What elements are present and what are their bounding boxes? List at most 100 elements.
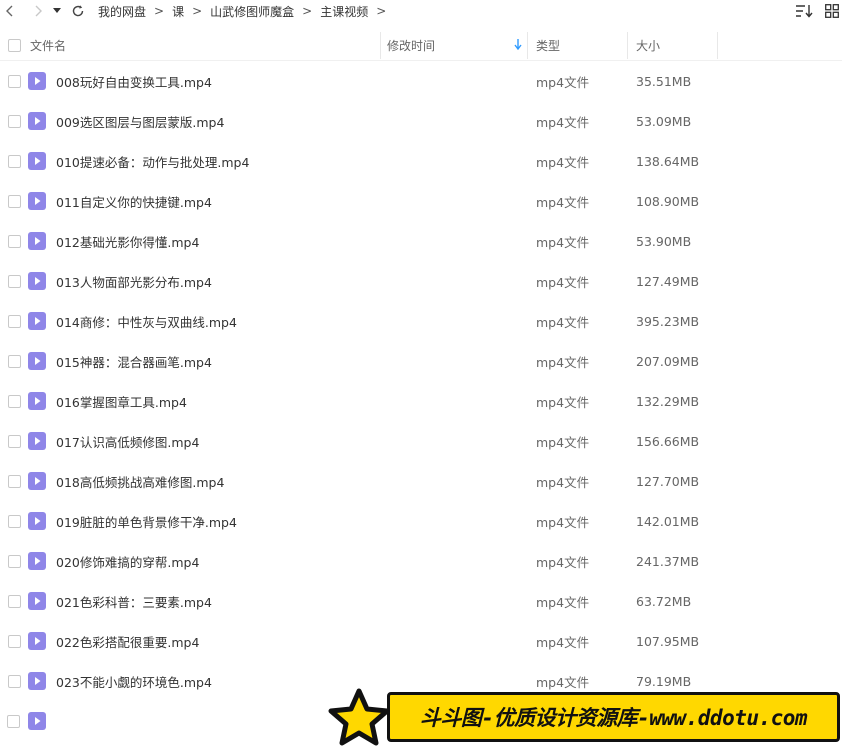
file-size: 142.01MB (636, 513, 700, 529)
file-row[interactable]: 013人物面部光影分布.mp4 mp4文件 127.49MB (0, 261, 842, 301)
file-row[interactable]: 019脏脏的单色背景修干净.mp4 mp4文件 142.01MB (0, 501, 842, 541)
row-checkbox[interactable] (7, 474, 21, 488)
file-row[interactable]: 016掌握图章工具.mp4 mp4文件 132.29MB (0, 381, 842, 421)
file-name[interactable]: 010提速必备：动作与批处理.mp4 (46, 152, 381, 171)
select-all-cell (0, 30, 28, 61)
file-size: 156.66MB (636, 433, 700, 449)
row-checkbox[interactable] (7, 274, 21, 288)
file-row[interactable]: 018高低频挑战高难修图.mp4 mp4文件 127.70MB (0, 461, 842, 501)
watermark-banner: 斗斗图-优质设计资源库-www.ddotu.com (327, 688, 842, 747)
file-row[interactable]: 009选区图层与图层蒙版.mp4 mp4文件 53.09MB (0, 101, 842, 141)
row-checkbox[interactable] (7, 634, 21, 648)
header-size-label: 大小 (636, 38, 661, 53)
watermark-text: 斗斗图-优质设计资源库-www.ddotu.com (419, 706, 808, 730)
breadcrumb-item[interactable]: 山武修图师魔盒 (210, 3, 294, 20)
file-size: 138.64MB (636, 153, 700, 169)
file-size: 395.23MB (636, 313, 700, 329)
header-type[interactable]: 类型 (528, 30, 628, 61)
video-file-icon (28, 72, 46, 90)
file-name[interactable]: 020修饰难搞的穿帮.mp4 (46, 552, 381, 571)
file-name[interactable]: 022色彩搭配很重要.mp4 (46, 632, 381, 651)
breadcrumb: 我的网盘 > 课 > 山武修图师魔盒 > 主课视频 > (98, 3, 394, 20)
file-row[interactable]: 015神器：混合器画笔.mp4 mp4文件 207.09MB (0, 341, 842, 381)
file-type: mp4文件 (536, 554, 590, 570)
file-type: mp4文件 (536, 394, 590, 410)
back-button[interactable] (0, 0, 20, 22)
file-name[interactable]: 019脏脏的单色背景修干净.mp4 (46, 512, 381, 531)
file-name[interactable]: 014商修：中性灰与双曲线.mp4 (46, 312, 381, 331)
view-tools (786, 0, 842, 22)
video-file-icon (28, 712, 46, 730)
video-file-icon (28, 632, 46, 650)
select-all-checkbox[interactable] (7, 38, 21, 52)
row-checkbox[interactable] (7, 234, 21, 248)
row-checkbox[interactable] (7, 354, 21, 368)
file-type: mp4文件 (536, 114, 590, 130)
breadcrumb-item[interactable]: 我的网盘 (98, 3, 146, 20)
row-checkbox[interactable] (7, 434, 21, 448)
video-file-icon (28, 352, 46, 370)
row-checkbox[interactable] (7, 114, 21, 128)
row-checkbox-cell (0, 554, 28, 568)
file-row[interactable]: 011自定义你的快捷键.mp4 mp4文件 108.90MB (0, 181, 842, 221)
file-row[interactable]: 022色彩搭配很重要.mp4 mp4文件 107.95MB (0, 621, 842, 661)
file-name[interactable]: 009选区图层与图层蒙版.mp4 (46, 112, 381, 131)
row-checkbox-cell (0, 434, 28, 448)
row-checkbox[interactable] (7, 554, 21, 568)
refresh-button[interactable] (68, 0, 88, 22)
file-name[interactable]: 015神器：混合器画笔.mp4 (46, 352, 381, 371)
file-type: mp4文件 (536, 354, 590, 370)
chevron-right-icon (35, 5, 42, 17)
breadcrumb-separator: > (154, 4, 165, 18)
refresh-icon (72, 5, 84, 17)
file-row[interactable]: 012基础光影你得懂.mp4 mp4文件 53.90MB (0, 221, 842, 261)
forward-button[interactable] (28, 0, 48, 22)
file-type: mp4文件 (536, 474, 590, 490)
history-dropdown-button[interactable] (50, 0, 64, 22)
row-checkbox[interactable] (7, 394, 21, 408)
row-checkbox[interactable] (7, 514, 21, 528)
file-name[interactable]: 018高低频挑战高难修图.mp4 (46, 472, 381, 491)
breadcrumb-item[interactable]: 课 (172, 3, 184, 20)
file-name[interactable]: 016掌握图章工具.mp4 (46, 392, 381, 411)
file-size: 132.29MB (636, 393, 700, 409)
file-type: mp4文件 (536, 274, 590, 290)
breadcrumb-separator: > (192, 4, 203, 18)
file-name[interactable]: 011自定义你的快捷键.mp4 (46, 192, 381, 211)
file-type: mp4文件 (536, 434, 590, 450)
file-row[interactable]: 008玩好自由变换工具.mp4 mp4文件 35.51MB (0, 61, 842, 101)
row-checkbox[interactable] (7, 594, 21, 608)
file-row[interactable]: 020修饰难搞的穿帮.mp4 mp4文件 241.37MB (0, 541, 842, 581)
header-type-label: 类型 (536, 38, 561, 53)
file-list: 008玩好自由变换工具.mp4 mp4文件 35.51MB 009选区图层与图层蒙版.… (0, 61, 842, 701)
file-type: mp4文件 (536, 74, 590, 90)
file-name[interactable]: 012基础光影你得懂.mp4 (46, 232, 381, 251)
row-checkbox[interactable] (7, 194, 21, 208)
row-checkbox[interactable] (7, 674, 21, 688)
file-row[interactable]: 017认识高低频修图.mp4 mp4文件 156.66MB (0, 421, 842, 461)
row-checkbox[interactable] (7, 715, 20, 728)
row-checkbox-cell (0, 474, 28, 488)
file-name[interactable]: 008玩好自由变换工具.mp4 (46, 72, 381, 91)
row-checkbox[interactable] (7, 74, 21, 88)
sort-button[interactable] (794, 0, 814, 22)
file-row[interactable]: 021色彩科普：三要素.mp4 mp4文件 63.72MB (0, 581, 842, 621)
header-time-label: 修改时间 (387, 38, 436, 53)
row-checkbox[interactable] (7, 314, 21, 328)
video-file-icon (28, 312, 46, 330)
file-name[interactable]: 017认识高低频修图.mp4 (46, 432, 381, 451)
file-size: 53.09MB (636, 113, 692, 129)
header-name[interactable]: 文件名 (28, 30, 381, 61)
file-row[interactable]: 014商修：中性灰与双曲线.mp4 mp4文件 395.23MB (0, 301, 842, 341)
header-modified-time[interactable]: 修改时间 (381, 30, 528, 61)
row-checkbox[interactable] (7, 154, 21, 168)
breadcrumb-item[interactable]: 主课视频 (320, 3, 368, 20)
grid-view-button[interactable] (822, 0, 842, 22)
file-row[interactable]: 010提速必备：动作与批处理.mp4 mp4文件 138.64MB (0, 141, 842, 181)
file-name[interactable]: 013人物面部光影分布.mp4 (46, 272, 381, 291)
row-checkbox-cell (0, 394, 28, 408)
column-header: 文件名 修改时间 类型 大小 (0, 30, 842, 61)
header-size[interactable]: 大小 (628, 30, 718, 61)
file-name[interactable]: 021色彩科普：三要素.mp4 (46, 592, 381, 611)
row-checkbox-cell (0, 314, 28, 328)
